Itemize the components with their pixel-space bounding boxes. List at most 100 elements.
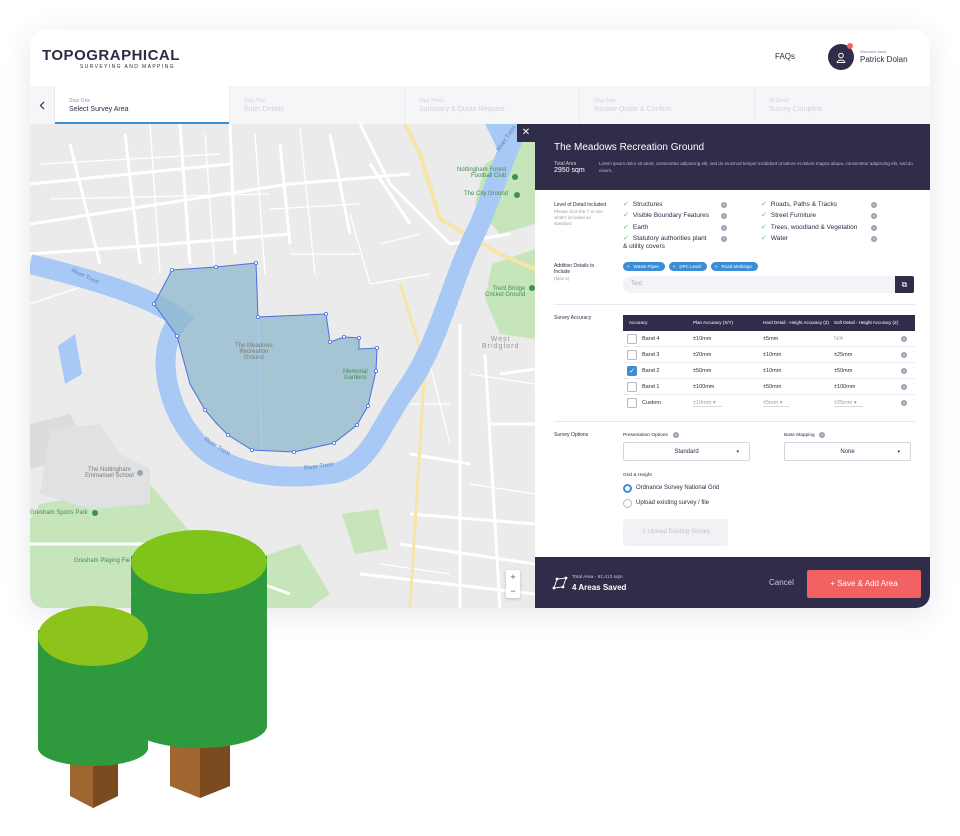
- chip-list: × Waste Pipes × DPC Level × Road Markings: [623, 262, 758, 271]
- info-icon[interactable]: i: [871, 236, 877, 242]
- band-checkbox[interactable]: ✓: [627, 366, 637, 376]
- step-3[interactable]: Step Three Summary & Quote Request: [405, 86, 580, 124]
- app-window: TOPOGRAPHICAL SURVEYING AND MAPPING FAQs…: [30, 30, 930, 608]
- survey-options-label: Survey Options: [554, 432, 589, 438]
- band-checkbox[interactable]: [627, 350, 637, 360]
- band-checkbox[interactable]: [627, 398, 637, 408]
- check-icon: ✓: [623, 235, 629, 242]
- info-icon[interactable]: i: [721, 225, 727, 231]
- soft-accuracy-select[interactable]: ±25mm ▾: [834, 400, 863, 407]
- plan-accuracy: ±50mm: [693, 368, 712, 374]
- step-number: Step Two: [244, 98, 265, 104]
- step-label: Select Survey Area: [69, 106, 129, 113]
- lod-item: ✓ Statutory authorities plant & utility c…: [623, 235, 707, 251]
- info-icon[interactable]: i: [871, 213, 877, 219]
- close-icon[interactable]: ×: [715, 264, 718, 269]
- info-icon[interactable]: i: [721, 202, 727, 208]
- addition-label: Addition Details to Include: [554, 263, 595, 275]
- info-icon[interactable]: i: [721, 236, 727, 242]
- chip-waste-pipes[interactable]: × Waste Pipes: [623, 262, 665, 271]
- cancel-button[interactable]: Cancel: [769, 578, 794, 587]
- additional-details-input[interactable]: Text: [623, 276, 895, 293]
- clipboard-icon[interactable]: ⧉: [895, 276, 914, 293]
- column-header: Hard Detail - Height Accuracy (Z): [763, 320, 830, 325]
- plan-accuracy: ±20mm: [693, 352, 712, 358]
- table-row[interactable]: Band 4 ±10mm ±5mm N/A i: [623, 331, 915, 347]
- radio-label[interactable]: Upload existing survey / file: [636, 500, 709, 506]
- area-title: The Meadows Recreation Ground: [554, 142, 705, 153]
- band-label: Band 3: [642, 352, 660, 358]
- area-description: Lorem ipsum dolor sit amet, consectetur …: [599, 161, 913, 173]
- close-icon[interactable]: ×: [627, 264, 630, 269]
- chip-label: Road Markings: [721, 264, 752, 269]
- polygon-icon: [552, 576, 568, 590]
- step-bar: Step One Select Survey Area Step Two Ent…: [30, 86, 930, 124]
- map-label-city-ground: The City Ground: [464, 191, 509, 197]
- step-2[interactable]: Step Two Enter Details: [230, 86, 405, 124]
- lod-item-label: Structures: [632, 201, 663, 208]
- presentation-select[interactable]: Standard ▾: [623, 442, 750, 461]
- info-icon[interactable]: i: [673, 432, 679, 438]
- lod-item: ✓ Trees, woodland & Vegetation: [761, 224, 857, 232]
- zoom-in-button[interactable]: +: [506, 570, 520, 584]
- lod-item-label: Trees, woodland & Vegetation: [770, 224, 858, 231]
- soft-accuracy: ±100mm: [834, 384, 856, 390]
- lod-item: ✓ Visible Boundary Features: [623, 212, 709, 220]
- divider: [554, 304, 915, 305]
- accuracy-table: Accuracy Plan Accuracy (X/Y) Hard Detail…: [623, 315, 915, 411]
- step-5[interactable]: All Done! Survey Complete: [755, 86, 930, 124]
- info-icon[interactable]: i: [871, 202, 877, 208]
- plan-accuracy-select[interactable]: ±10mm ▾: [693, 400, 722, 407]
- band-checkbox[interactable]: [627, 334, 637, 344]
- map-label-memorial-gardens: Memorial Gardens: [343, 369, 368, 381]
- info-icon[interactable]: i: [871, 225, 877, 231]
- logo[interactable]: TOPOGRAPHICAL SURVEYING AND MAPPING: [42, 48, 180, 70]
- select-value: ±25mm: [834, 400, 853, 406]
- info-icon[interactable]: i: [819, 432, 825, 438]
- band-checkbox[interactable]: [627, 382, 637, 392]
- panel-header: ✕ The Meadows Recreation Ground Total Ar…: [517, 124, 930, 190]
- base-mapping-select[interactable]: None ▾: [784, 442, 911, 461]
- close-icon[interactable]: ✕: [517, 124, 535, 142]
- lod-item: ✓ Structures: [623, 201, 663, 209]
- soft-accuracy: N/A: [834, 336, 844, 342]
- table-row[interactable]: Custom ±10mm ▾ ±5mm ▾ ±25mm ▾ i: [623, 395, 915, 411]
- info-icon[interactable]: i: [721, 213, 727, 219]
- table-header: Accuracy Plan Accuracy (X/Y) Hard Detail…: [623, 315, 915, 331]
- accuracy-label: Survey Accuracy: [554, 315, 592, 321]
- step-1[interactable]: Step One Select Survey Area: [55, 86, 230, 124]
- chevron-down-icon: ▾: [897, 449, 900, 455]
- upload-existing-survey-button[interactable]: ⇪ Upload Existing Survey: [623, 519, 728, 546]
- chip-dpc-level[interactable]: × DPC Level: [668, 262, 707, 271]
- step-label: Review Quote & Confirm: [594, 106, 672, 113]
- table-row[interactable]: Band 3 ±20mm ±10mm ±25mm i: [623, 347, 915, 363]
- step-4[interactable]: Step Four Review Quote & Confirm: [580, 86, 755, 124]
- close-icon[interactable]: ×: [673, 264, 676, 269]
- radio-national-grid[interactable]: [623, 484, 632, 493]
- radio-label[interactable]: Ordnance Survey National Grid: [636, 485, 719, 491]
- hard-accuracy-select[interactable]: ±5mm ▾: [763, 400, 789, 407]
- table-row[interactable]: ✓ Band 2 ±50mm ±10mm ±50mm i: [623, 363, 915, 379]
- info-icon[interactable]: i: [901, 384, 907, 390]
- user-name[interactable]: Patrick Dolan: [860, 55, 908, 64]
- table-row[interactable]: Band 1 ±100mm ±50mm ±100mm i: [623, 379, 915, 395]
- area-details-panel: ✕ The Meadows Recreation Ground Total Ar…: [517, 124, 930, 608]
- faqs-link[interactable]: FAQs: [775, 52, 795, 61]
- lod-item-label: Visible Boundary Features: [632, 212, 709, 219]
- select-value: ±5mm: [763, 400, 779, 406]
- zoom-out-button[interactable]: −: [506, 584, 520, 598]
- hard-accuracy: ±10mm: [763, 352, 782, 358]
- back-button[interactable]: [30, 86, 55, 124]
- info-icon[interactable]: i: [901, 336, 907, 342]
- chip-road-markings[interactable]: × Road Markings: [710, 262, 758, 271]
- lod-item: ✓ Water: [761, 235, 788, 243]
- panel-footer: Total Area - 61,413 sqm 4 Areas Saved Ca…: [535, 557, 930, 608]
- info-icon[interactable]: i: [901, 400, 907, 406]
- info-icon[interactable]: i: [901, 352, 907, 358]
- save-add-area-button[interactable]: + Save & Add Area: [807, 570, 921, 598]
- info-icon[interactable]: i: [901, 368, 907, 374]
- check-icon: ✓: [623, 224, 629, 231]
- chip-label: Waste Pipes: [633, 264, 659, 269]
- radio-upload-existing[interactable]: [623, 499, 632, 508]
- check-icon: ✓: [761, 235, 767, 242]
